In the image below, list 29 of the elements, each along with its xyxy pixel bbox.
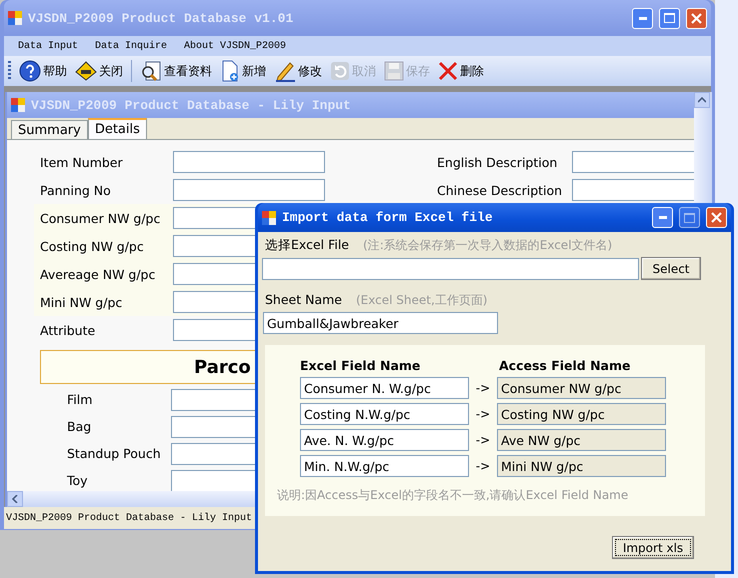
field-label: Panning No — [40, 182, 112, 198]
file-note: (注:系统会保存第一次导入数据的Excel文件名) — [363, 237, 612, 254]
column-header: Access Field Name — [499, 358, 632, 372]
field-label: Item Number — [40, 154, 124, 170]
field-label: Attribute — [40, 322, 96, 338]
arrow-text: -> — [474, 433, 492, 447]
arrow-text: -> — [474, 407, 492, 421]
window-title: VJSDN_P2009 Product Database v1.01 — [28, 10, 294, 26]
field-label: Consumer NW g/pc — [40, 210, 162, 226]
field-label: Toy — [67, 473, 89, 488]
arrow-text: -> — [474, 381, 492, 395]
note-text: 说明:因Access与Excel的字段名不一致,请确认Excel Field Name — [277, 487, 630, 504]
field-label: Chinese Description — [437, 182, 564, 198]
child-window-title: VJSDN_P2009 Product Database - Lily Input — [31, 98, 351, 112]
field-label: Mini NW g/pc — [40, 294, 124, 310]
column-header: Excel Field Name — [300, 358, 422, 372]
dialog-title: Import data form Excel file — [282, 210, 494, 225]
field-label: Standup Pouch — [67, 446, 162, 461]
file-label: 选择Excel File — [265, 237, 350, 254]
status-text: VJSDN_P2009 Product Database - Lily Input — [6, 512, 252, 524]
field-label: Costing NW g/pc — [40, 238, 145, 254]
field-label: Film — [67, 392, 94, 407]
arrow-text: -> — [474, 459, 492, 473]
section-title: Parco — [194, 356, 251, 378]
field-label: Avereage NW g/pc — [40, 266, 156, 282]
sheet-note: (Excel Sheet,工作页面) — [356, 292, 488, 309]
field-label: English Description — [437, 154, 558, 170]
sheet-label: Sheet Name — [265, 292, 342, 307]
field-label: Bag — [67, 419, 92, 434]
